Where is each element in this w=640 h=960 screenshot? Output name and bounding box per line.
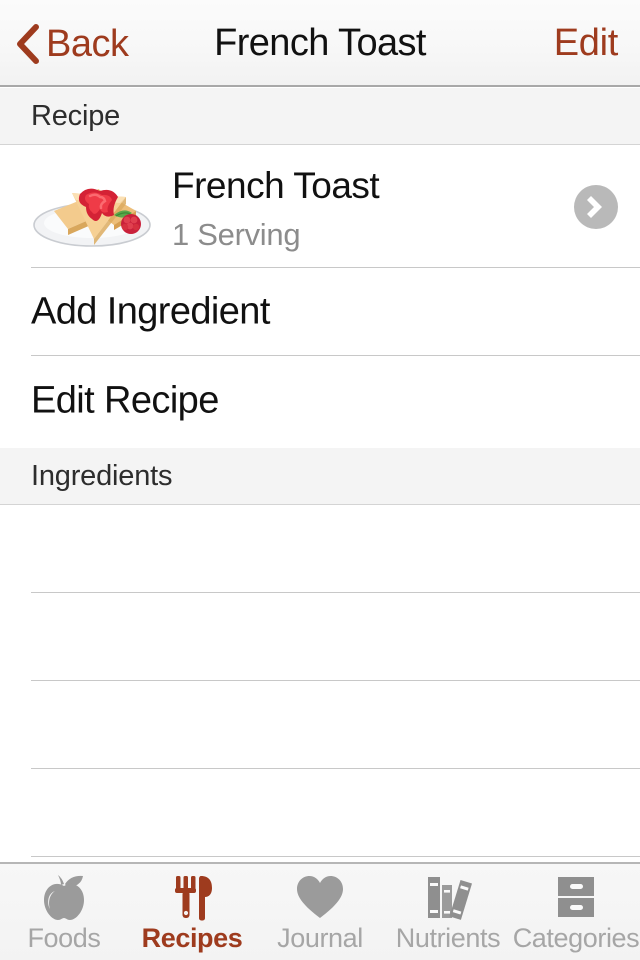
tab-journal[interactable]: Journal	[256, 864, 384, 960]
books-icon	[422, 873, 474, 921]
tab-label-journal: Journal	[277, 923, 363, 953]
tab-nutrients[interactable]: Nutrients	[384, 864, 512, 960]
tab-categories[interactable]: Categories	[512, 864, 640, 960]
tab-foods[interactable]: Foods	[0, 864, 128, 960]
page-title: French Toast	[214, 22, 426, 64]
edit-recipe-label: Edit Recipe	[31, 379, 219, 422]
chevron-right-icon[interactable]	[574, 184, 618, 229]
add-ingredient-label: Add Ingredient	[31, 290, 270, 333]
empty-ingredient-row	[0, 681, 640, 769]
recipe-servings: 1 Serving	[172, 217, 301, 252]
tab-label-recipes: Recipes	[141, 923, 243, 953]
tab-recipes[interactable]: Recipes	[128, 864, 256, 960]
heart-icon	[294, 873, 346, 921]
navigation-bar: Back French Toast Edit	[0, 0, 640, 87]
french-toast-plate-image	[33, 188, 151, 247]
fork-knife-icon	[166, 873, 218, 921]
section-header-recipe: Recipe	[0, 88, 640, 145]
tab-label-categories: Categories	[512, 923, 640, 953]
empty-ingredient-row	[0, 505, 640, 593]
app-screen: Back French Toast Edit Recipe French Toa…	[0, 0, 640, 960]
file-cabinet-icon	[550, 873, 602, 921]
tab-label-nutrients: Nutrients	[395, 923, 501, 953]
edit-recipe-row[interactable]: Edit Recipe	[0, 356, 640, 446]
edit-button[interactable]: Edit	[554, 0, 619, 87]
tab-bar: Foods Recipes Journal Nutrients Categori…	[0, 862, 640, 960]
tab-label-foods: Foods	[27, 923, 101, 953]
row-separator	[31, 856, 640, 857]
apple-icon	[38, 873, 90, 921]
add-ingredient-row[interactable]: Add Ingredient	[0, 268, 640, 356]
empty-ingredient-row	[0, 769, 640, 857]
recipe-name: French Toast	[172, 165, 380, 206]
empty-ingredient-row	[0, 593, 640, 681]
recipe-row[interactable]: French Toast 1 Serving	[0, 145, 640, 268]
section-header-ingredients: Ingredients	[0, 448, 640, 505]
